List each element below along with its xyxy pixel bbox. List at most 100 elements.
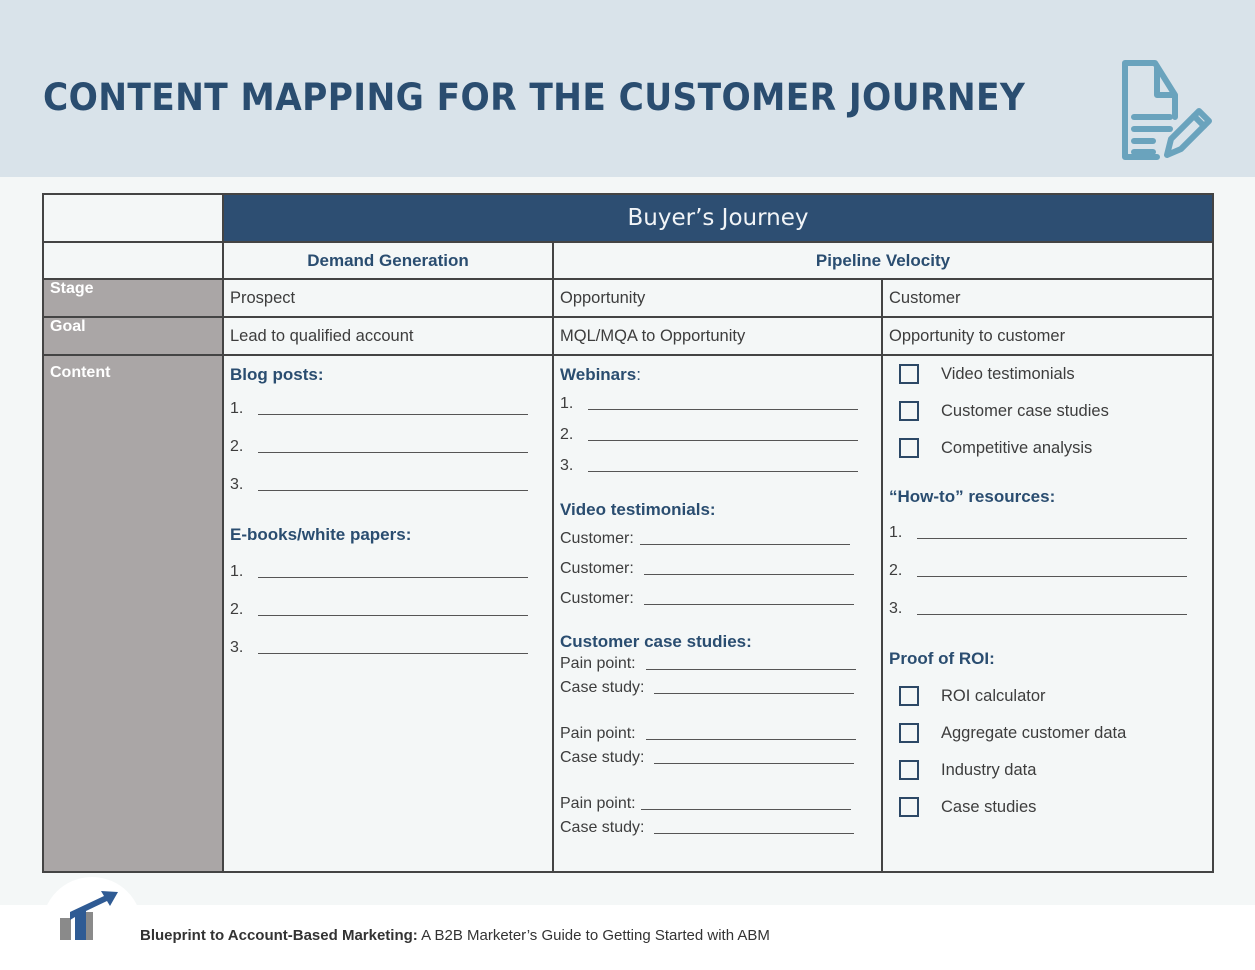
item-number: 1.: [230, 563, 244, 580]
ebook-field[interactable]: 1.: [230, 563, 546, 581]
checklist-item[interactable]: Industry data: [889, 760, 1206, 780]
checklist-item[interactable]: Aggregate customer data: [889, 723, 1206, 743]
checklist-label: Video testimonials: [941, 364, 1075, 383]
case-study-label: Case study:: [560, 819, 645, 836]
goal-prospect: Lead to qualified account: [222, 316, 554, 356]
blank-line[interactable]: [588, 427, 858, 441]
row-label-content: Content: [42, 354, 224, 873]
blank-line[interactable]: [258, 640, 528, 654]
webinars-heading: Webinars:: [560, 365, 641, 384]
case-study-field[interactable]: Case study:: [560, 679, 875, 697]
blank-line[interactable]: [643, 591, 854, 605]
item-number: 2.: [230, 438, 244, 455]
blog-post-field[interactable]: 1.: [230, 400, 546, 418]
footer-caption: Blueprint to Account-Based Marketing: A …: [140, 927, 770, 944]
how-to-field[interactable]: 1.: [889, 524, 1206, 542]
item-number: 3.: [230, 476, 244, 493]
checklist-label: Industry data: [941, 760, 1037, 779]
webinar-field[interactable]: 3.: [560, 457, 875, 475]
ebook-field[interactable]: 3.: [230, 639, 546, 657]
checklist-item[interactable]: Case studies: [889, 797, 1206, 817]
item-number: 3.: [230, 639, 244, 656]
content-prospect: Blog posts: 1. 2. 3. E-books/white paper…: [222, 354, 554, 873]
checkbox[interactable]: [899, 401, 919, 421]
phase-pipeline-velocity: Pipeline Velocity: [551, 241, 1215, 280]
checkbox[interactable]: [899, 723, 919, 743]
blank-line[interactable]: [654, 680, 855, 694]
customer-label: Customer:: [560, 560, 634, 577]
checklist-item[interactable]: Competitive analysis: [889, 438, 1206, 458]
video-testimonials-heading: Video testimonials:: [560, 500, 716, 519]
content-mapping-table: Buyer’s Journey Demand Generation Pipeli…: [42, 193, 1215, 873]
case-study-field[interactable]: Case study:: [560, 749, 875, 767]
content-opportunity: Webinars: 1. 2. 3. Video testimonials: C…: [552, 354, 883, 873]
ebooks-heading: E-books/white papers:: [230, 525, 412, 544]
pain-point-field[interactable]: Pain point:: [560, 655, 875, 673]
how-to-field[interactable]: 2.: [889, 562, 1206, 580]
blank-line[interactable]: [258, 439, 528, 453]
item-number: 1.: [560, 395, 574, 412]
checklist-label: Case studies: [941, 797, 1037, 816]
phase-demand-generation: Demand Generation: [222, 241, 554, 280]
blank-line[interactable]: [654, 750, 855, 764]
item-number: 3.: [560, 457, 574, 474]
checklist-label: Competitive analysis: [941, 438, 1093, 457]
webinar-field[interactable]: 1.: [560, 395, 875, 413]
case-study-field[interactable]: Case study:: [560, 819, 875, 837]
customer-field[interactable]: Customer:: [560, 590, 875, 608]
blank-line[interactable]: [258, 564, 528, 578]
proof-of-roi-heading: Proof of ROI:: [889, 649, 995, 668]
blog-posts-heading: Blog posts:: [230, 365, 324, 384]
checklist-label: Customer case studies: [941, 401, 1109, 420]
blank-line[interactable]: [917, 563, 1187, 577]
checkbox[interactable]: [899, 760, 919, 780]
blank-line[interactable]: [645, 726, 856, 740]
case-study-label: Case study:: [560, 679, 645, 696]
blank-line[interactable]: [917, 601, 1187, 615]
ebook-field[interactable]: 2.: [230, 601, 546, 619]
webinar-field[interactable]: 2.: [560, 426, 875, 444]
blank-line[interactable]: [258, 401, 528, 415]
blank-line[interactable]: [917, 525, 1187, 539]
rising-bar-chart-arrow-logo: [60, 891, 118, 940]
blank-line[interactable]: [640, 796, 851, 810]
blank-line[interactable]: [588, 396, 858, 410]
customer-label: Customer:: [560, 530, 634, 547]
blank-line[interactable]: [258, 602, 528, 616]
blank-line[interactable]: [645, 656, 856, 670]
checkbox[interactable]: [899, 438, 919, 458]
blank-line[interactable]: [643, 561, 854, 575]
blog-post-field[interactable]: 3.: [230, 476, 546, 494]
pain-point-label: Pain point:: [560, 725, 636, 742]
item-number: 1.: [889, 524, 903, 541]
blank-line[interactable]: [654, 820, 855, 834]
blank-line[interactable]: [639, 531, 850, 545]
document-edit-icon: [1122, 60, 1212, 160]
customer-field[interactable]: Customer:: [560, 560, 875, 578]
pain-point-field[interactable]: Pain point:: [560, 795, 875, 813]
checkbox[interactable]: [899, 364, 919, 384]
checkbox[interactable]: [899, 797, 919, 817]
empty-phase-label-cell: [42, 241, 224, 280]
item-number: 3.: [889, 600, 903, 617]
checklist-item[interactable]: ROI calculator: [889, 686, 1206, 706]
case-study-label: Case study:: [560, 749, 645, 766]
checklist-item[interactable]: Video testimonials: [889, 364, 1206, 384]
customer-field[interactable]: Customer:: [560, 530, 875, 548]
checklist-item[interactable]: Customer case studies: [889, 401, 1206, 421]
content-customer: Video testimonials Customer case studies…: [880, 354, 1215, 873]
blank-line[interactable]: [258, 477, 528, 491]
row-label-goal: Goal: [42, 316, 224, 356]
page-title: CONTENT MAPPING FOR THE CUSTOMER JOURNEY: [43, 76, 1026, 119]
buyers-journey-header: Buyer’s Journey: [221, 193, 1215, 243]
pain-point-field[interactable]: Pain point:: [560, 725, 875, 743]
goal-customer: Opportunity to customer: [880, 316, 1215, 356]
blog-post-field[interactable]: 2.: [230, 438, 546, 456]
row-label-stage: Stage: [42, 278, 224, 318]
empty-corner-cell: [42, 193, 224, 243]
checkbox[interactable]: [899, 686, 919, 706]
customer-label: Customer:: [560, 590, 634, 607]
stage-opportunity: Opportunity: [552, 278, 883, 318]
how-to-field[interactable]: 3.: [889, 600, 1206, 618]
blank-line[interactable]: [588, 458, 858, 472]
